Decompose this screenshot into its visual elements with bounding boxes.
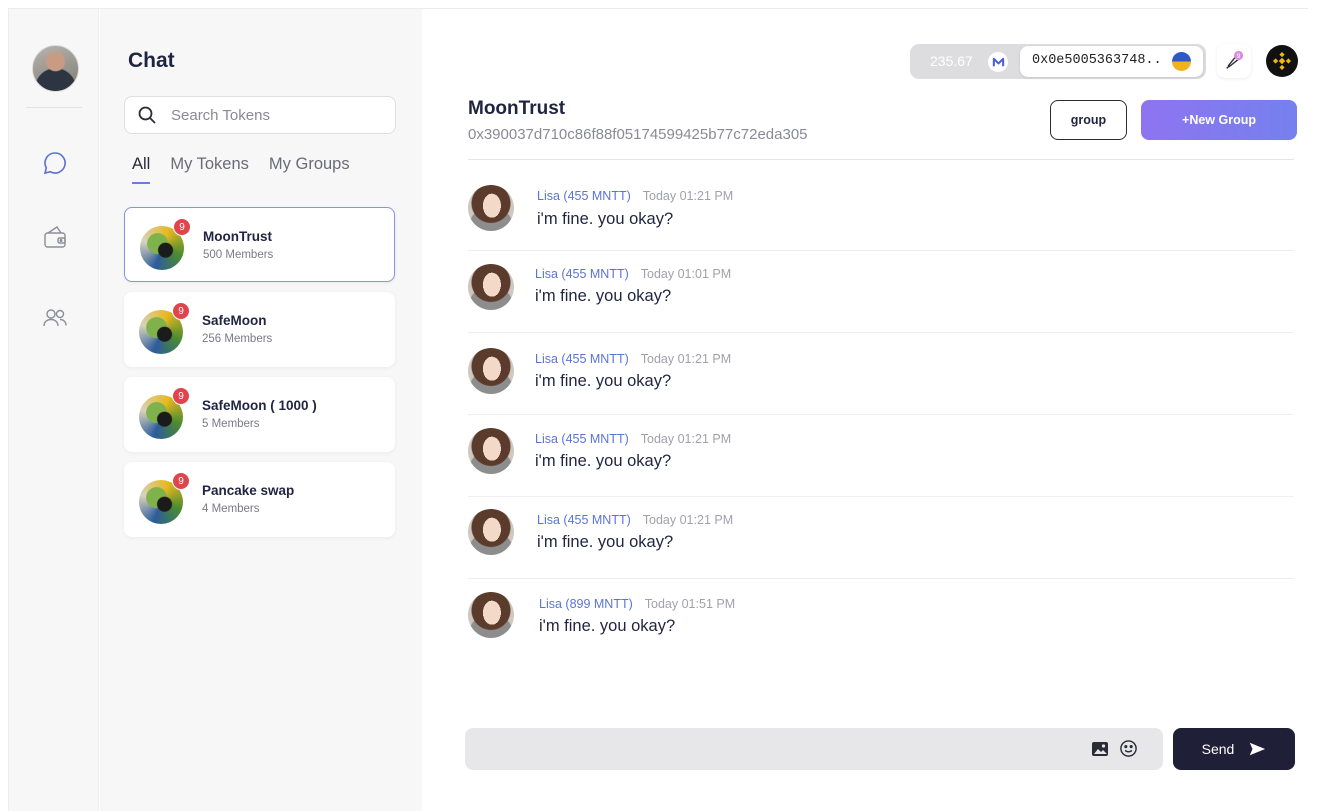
message-text: i'm fine. you okay?: [535, 287, 672, 305]
message-meta: Lisa (455 MNTT) Today 01:21 PM: [537, 513, 733, 527]
sender-name[interactable]: Lisa (899 MNTT): [539, 597, 633, 611]
group-members: 5 Members: [202, 418, 260, 430]
bell-icon: 9: [1226, 50, 1244, 69]
wallet-address-box[interactable]: 0x0e5005363748..: [1020, 46, 1203, 77]
sidebar-title: Chat: [128, 49, 175, 72]
contract-address: 0x390037d710c86f88f05174599425b77c72eda3…: [468, 126, 808, 143]
unread-badge: 9: [173, 218, 191, 236]
sender-name[interactable]: Lisa (455 MNTT): [537, 513, 631, 527]
sender-name[interactable]: Lisa (455 MNTT): [535, 432, 629, 446]
tab-my-groups[interactable]: My Groups: [269, 155, 350, 174]
message-time: Today 01:51 PM: [644, 597, 736, 611]
group-item-moontrust[interactable]: 9 MoonTrust 500 Members: [124, 207, 395, 282]
message-time: Today 01:21 PM: [642, 189, 734, 203]
sender-avatar[interactable]: [468, 185, 514, 231]
header-divider: [468, 159, 1294, 160]
sender-avatar[interactable]: [468, 348, 514, 394]
rail-divider: [26, 107, 82, 108]
message-meta: Lisa (455 MNTT) Today 01:21 PM: [535, 432, 731, 446]
message-time: Today 01:21 PM: [640, 432, 732, 446]
image-icon[interactable]: [1091, 740, 1109, 758]
network-bnb-icon[interactable]: [1266, 45, 1298, 77]
message-time: Today 01:21 PM: [642, 513, 734, 527]
users-icon[interactable]: [40, 303, 70, 333]
message-text: i'm fine. you okay?: [535, 372, 672, 390]
message-meta: Lisa (455 MNTT) Today 01:21 PM: [535, 352, 731, 366]
message-text: i'm fine. you okay?: [539, 617, 676, 635]
unread-badge: 9: [172, 387, 190, 405]
chat-icon[interactable]: [40, 148, 70, 178]
sender-avatar[interactable]: [468, 428, 514, 474]
group-members: 500 Members: [203, 249, 274, 261]
sender-name[interactable]: Lisa (455 MNTT): [535, 267, 629, 281]
emoji-icon[interactable]: [1119, 739, 1138, 758]
search-icon: [138, 106, 156, 124]
group-name: SafeMoon: [202, 313, 267, 328]
message-composer: [465, 728, 1163, 770]
group-name: MoonTrust: [203, 229, 272, 244]
message-item: Lisa (899 MNTT) Today 01:51 PM i'm fine. …: [468, 579, 1294, 649]
balance-value: 235.67: [930, 53, 973, 69]
wallet-icon[interactable]: [40, 222, 70, 252]
tab-my-tokens[interactable]: My Tokens: [170, 155, 249, 174]
wallet-widget[interactable]: 235.67 0x0e5005363748..: [910, 44, 1206, 79]
message-text: i'm fine. you okay?: [537, 210, 674, 228]
wallet-identicon-icon: [1172, 52, 1191, 71]
group-name: SafeMoon ( 1000 ): [202, 398, 317, 413]
message-text: i'm fine. you okay?: [537, 533, 674, 551]
notification-count: 9: [1237, 53, 1241, 60]
group-name: Pancake swap: [202, 483, 295, 498]
chat-title: MoonTrust: [468, 98, 566, 119]
unread-badge: 9: [172, 472, 190, 490]
group-members: 4 Members: [202, 503, 260, 515]
group-item-pancake-swap[interactable]: 9 Pancake swap 4 Members: [124, 462, 395, 537]
send-arrow-icon: [1250, 742, 1266, 756]
message-item: Lisa (455 MNTT) Today 01:21 PM i'm fine. …: [468, 169, 1294, 251]
message-item: Lisa (455 MNTT) Today 01:21 PM i'm fine. …: [468, 497, 1294, 579]
token-m-icon: [988, 52, 1008, 72]
sender-avatar[interactable]: [468, 509, 514, 555]
tab-all[interactable]: All: [132, 155, 151, 184]
notification-button[interactable]: 9: [1217, 44, 1251, 78]
message-input[interactable]: [481, 738, 1061, 760]
message-text: i'm fine. you okay?: [535, 452, 672, 470]
new-group-button[interactable]: +New Group: [1141, 100, 1297, 140]
nav-rail: [9, 9, 99, 811]
search-box[interactable]: [124, 96, 396, 134]
message-meta: Lisa (899 MNTT) Today 01:51 PM: [539, 597, 735, 611]
search-input[interactable]: [171, 106, 381, 124]
sender-name[interactable]: Lisa (455 MNTT): [535, 352, 629, 366]
message-meta: Lisa (455 MNTT) Today 01:01 PM: [535, 267, 731, 281]
message-item: Lisa (455 MNTT) Today 01:21 PM i'm fine. …: [468, 415, 1294, 497]
app-window: Chat All My Tokens My Groups 9 MoonTrust…: [8, 8, 1309, 811]
sender-avatar[interactable]: [468, 264, 514, 310]
group-button[interactable]: group: [1050, 100, 1127, 140]
group-members: 256 Members: [202, 333, 273, 345]
chat-sidebar: Chat All My Tokens My Groups 9 MoonTrust…: [100, 9, 422, 811]
sidebar-tabs: All My Tokens My Groups: [132, 155, 370, 184]
message-item: Lisa (455 MNTT) Today 01:01 PM i'm fine. …: [468, 251, 1294, 333]
chat-main: 235.67 0x0e5005363748.. 9 MoonTrust 0x39…: [423, 9, 1309, 811]
user-avatar[interactable]: [32, 45, 79, 92]
wallet-address: 0x0e5005363748..: [1032, 53, 1162, 68]
sender-avatar[interactable]: [468, 592, 514, 638]
send-button[interactable]: Send: [1173, 728, 1295, 770]
message-time: Today 01:21 PM: [640, 352, 732, 366]
group-item-safemoon-1000[interactable]: 9 SafeMoon ( 1000 ) 5 Members: [124, 377, 395, 452]
message-time: Today 01:01 PM: [640, 267, 732, 281]
sender-name[interactable]: Lisa (455 MNTT): [537, 189, 631, 203]
group-item-safemoon[interactable]: 9 SafeMoon 256 Members: [124, 292, 395, 367]
message-item: Lisa (455 MNTT) Today 01:21 PM i'm fine. …: [468, 333, 1294, 415]
message-meta: Lisa (455 MNTT) Today 01:21 PM: [537, 189, 733, 203]
send-label: Send: [1201, 741, 1235, 757]
unread-badge: 9: [172, 302, 190, 320]
